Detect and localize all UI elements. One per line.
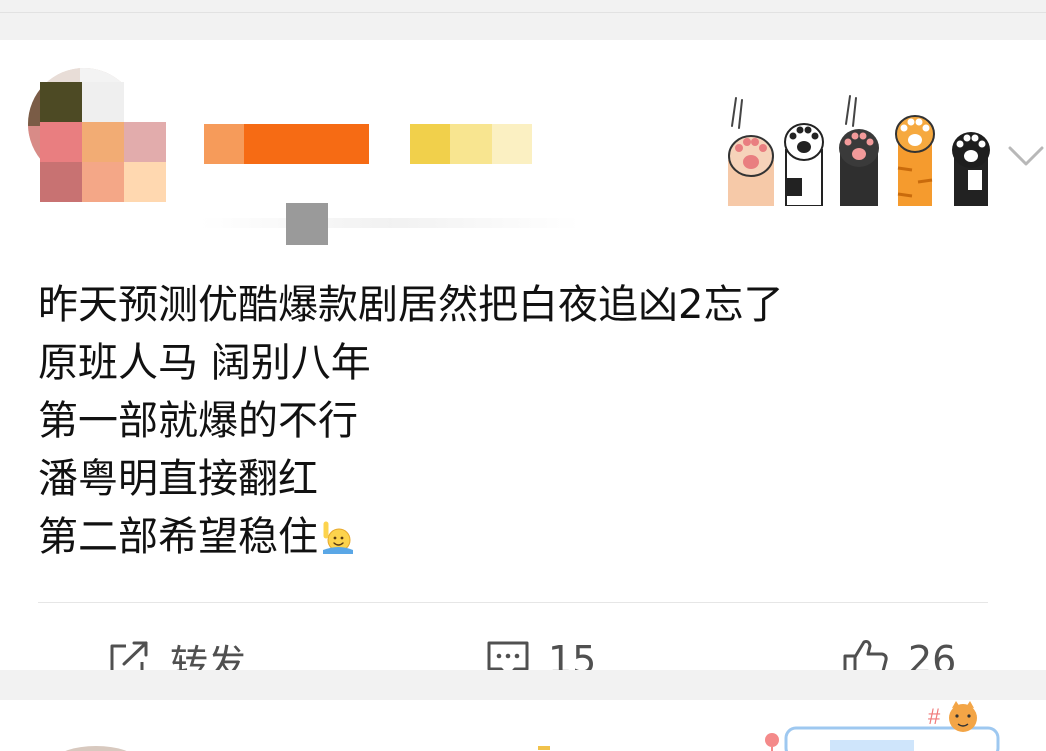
post-source-redacted [286, 203, 328, 245]
next-post-card: # [0, 700, 1046, 751]
post-content-line: 原班人马 阔别八年 [38, 340, 371, 386]
avatar-mosaic [40, 82, 166, 244]
chevron-down-icon[interactable] [1006, 140, 1046, 172]
post-content-line-last: 第二部希望稳住 [38, 508, 998, 566]
bottom-gap [0, 670, 1046, 700]
post-card: 昨天预测优酷爆款剧居然把白夜追凶2忘了 原班人马 阔别八年 第一部就爆的不行 潘… [0, 40, 1046, 686]
post-content-line: 昨天预测优酷爆款剧居然把白夜追凶2忘了 [38, 282, 784, 328]
post-content-line: 潘粤明直接翻红 [38, 456, 318, 502]
top-gap-line [0, 12, 1046, 13]
post-meta-redacted [200, 218, 580, 228]
cat-paws-decoration-icon [722, 90, 998, 207]
vip-badge-redacted [410, 124, 532, 164]
next-post-preview: # [65, 701, 1000, 751]
post-content-line: 第一部就爆的不行 [38, 398, 358, 444]
raising-hand-emoji-icon [320, 512, 354, 554]
post-content-line: 第二部希望稳住 [38, 514, 318, 560]
post-content: 昨天预测优酷爆款剧居然把白夜追凶2忘了 原班人马 阔别八年 第一部就爆的不行 潘… [38, 276, 998, 566]
content-divider [38, 602, 988, 603]
top-gap [0, 0, 1046, 40]
username-redacted[interactable] [204, 124, 369, 164]
next-post-tag-glyph: # [928, 704, 941, 729]
